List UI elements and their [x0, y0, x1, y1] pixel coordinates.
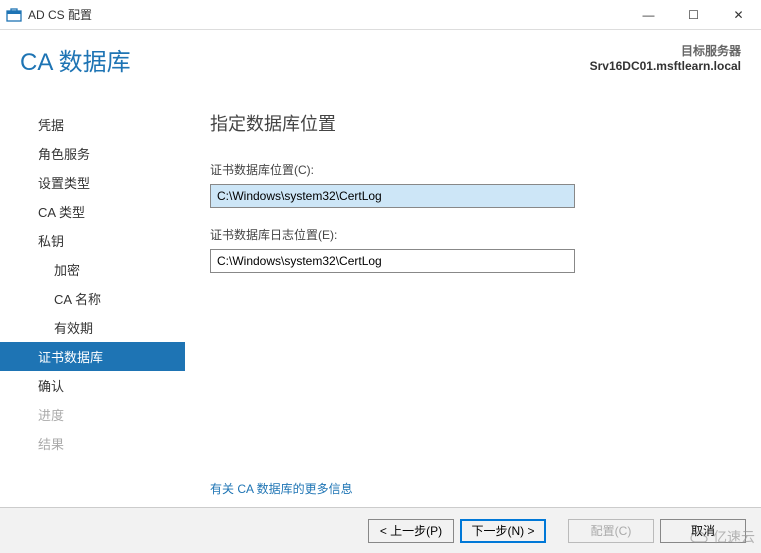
sidebar-item-6[interactable]: CA 名称: [0, 284, 185, 313]
maximize-icon: ☐: [688, 8, 699, 22]
prev-button[interactable]: < 上一步(P): [368, 519, 454, 543]
sidebar-item-10: 进度: [0, 400, 185, 429]
cancel-button[interactable]: 取消: [660, 519, 746, 543]
next-button[interactable]: 下一步(N) >: [460, 519, 546, 543]
button-row: < 上一步(P) 下一步(N) > 配置(C) 取消: [0, 507, 761, 553]
sidebar-item-11: 结果: [0, 429, 185, 458]
sidebar: 凭据角色服务设置类型CA 类型私钥加密CA 名称有效期证书数据库确认进度结果: [0, 100, 185, 500]
server-name: Srv16DC01.msftlearn.local: [590, 59, 741, 73]
server-label: 目标服务器: [590, 42, 741, 59]
db-location-label: 证书数据库位置(C):: [210, 161, 741, 178]
content-title: 指定数据库位置: [210, 110, 741, 136]
header: CA 数据库 目标服务器 Srv16DC01.msftlearn.local: [0, 30, 761, 100]
sidebar-item-1[interactable]: 角色服务: [0, 139, 185, 168]
sidebar-item-9[interactable]: 确认: [0, 371, 185, 400]
server-block: 目标服务器 Srv16DC01.msftlearn.local: [590, 42, 741, 73]
app-icon: [6, 7, 22, 23]
configure-button: 配置(C): [568, 519, 654, 543]
sidebar-item-7[interactable]: 有效期: [0, 313, 185, 342]
title-bar: AD CS 配置 — ☐ ✕: [0, 0, 761, 30]
close-button[interactable]: ✕: [716, 0, 761, 29]
sidebar-item-2[interactable]: 设置类型: [0, 168, 185, 197]
close-icon: ✕: [733, 8, 743, 22]
minimize-icon: —: [643, 8, 655, 22]
log-location-label: 证书数据库日志位置(E):: [210, 226, 741, 243]
maximize-button[interactable]: ☐: [671, 0, 716, 29]
sidebar-item-5[interactable]: 加密: [0, 255, 185, 284]
sidebar-item-4[interactable]: 私钥: [0, 226, 185, 255]
content: 指定数据库位置 证书数据库位置(C): 证书数据库日志位置(E):: [185, 100, 761, 500]
db-location-input[interactable]: [210, 184, 575, 208]
sidebar-item-0[interactable]: 凭据: [0, 110, 185, 139]
body: 凭据角色服务设置类型CA 类型私钥加密CA 名称有效期证书数据库确认进度结果 指…: [0, 100, 761, 500]
window-title: AD CS 配置: [28, 6, 626, 23]
log-location-input[interactable]: [210, 249, 575, 273]
more-info-link[interactable]: 有关 CA 数据库的更多信息: [210, 480, 353, 497]
sidebar-item-3[interactable]: CA 类型: [0, 197, 185, 226]
minimize-button[interactable]: —: [626, 0, 671, 29]
sidebar-item-8[interactable]: 证书数据库: [0, 342, 185, 371]
page-title: CA 数据库: [20, 42, 590, 77]
